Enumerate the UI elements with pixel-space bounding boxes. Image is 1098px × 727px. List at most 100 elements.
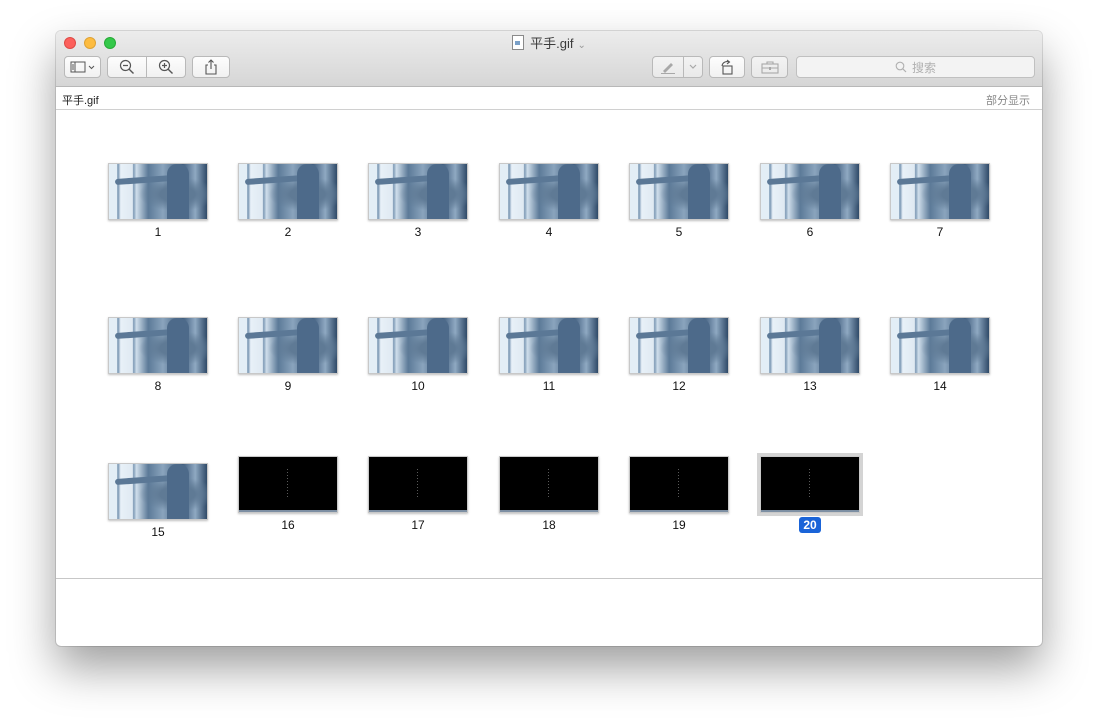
frame-thumbnail[interactable]: 14	[890, 317, 990, 393]
search-field[interactable]: 搜索	[796, 56, 1035, 78]
frame-thumbnail[interactable]: 5	[629, 163, 729, 239]
frame-text-line	[678, 469, 679, 499]
frame-thumbnail[interactable]: 2	[238, 163, 338, 239]
frame-number-label: 15	[108, 525, 208, 539]
frame-thumbnail[interactable]: 13	[760, 317, 860, 393]
rotate-icon	[721, 59, 733, 75]
frame-thumbnail[interactable]: 10	[368, 317, 468, 393]
frame-thumbnail[interactable]: 20	[757, 453, 863, 533]
frame-number: 2	[284, 225, 292, 239]
black-frame-image	[368, 456, 468, 513]
frame-image	[890, 163, 990, 220]
frame-image	[629, 317, 729, 374]
file-name-label: 平手.gif	[62, 95, 99, 107]
frame-image	[368, 163, 468, 220]
frame-number-label: 4	[499, 225, 599, 239]
preview-window: 平手.gif ⌄ 搜索 平手.gif 部分显示 1 2 3 4 5 6 7 8 …	[56, 31, 1042, 646]
frame-image	[499, 317, 599, 374]
frame-thumbnail[interactable]: 1	[108, 163, 208, 239]
frame-number-label: 8	[108, 379, 208, 393]
frame-number-label: 17	[368, 518, 468, 532]
markup-button[interactable]	[652, 56, 684, 78]
sidebar-toggle-icon	[70, 61, 94, 73]
rotate-button[interactable]	[709, 56, 745, 78]
chevron-down-icon: ⌄	[577, 40, 586, 51]
frame-number-label: 16	[238, 518, 338, 532]
frame-thumbnail[interactable]: 3	[368, 163, 468, 239]
frame-image	[760, 163, 860, 220]
frame-number-label: 7	[890, 225, 990, 239]
window-title[interactable]: 平手.gif ⌄	[56, 35, 1042, 54]
frame-thumbnail[interactable]: 7	[890, 163, 990, 239]
frame-thumbnail[interactable]: 19	[629, 456, 729, 532]
frame-number-label: 3	[368, 225, 468, 239]
frame-thumbnail[interactable]: 18	[499, 456, 599, 532]
sidebar-toggle-button[interactable]	[64, 56, 101, 78]
document-info-bar: 平手.gif 部分显示	[56, 87, 1042, 110]
frame-number: 16	[281, 518, 295, 532]
frame-number: 13	[803, 379, 817, 393]
frame-number-label: 19	[629, 518, 729, 532]
frame-thumbnail[interactable]: 15	[108, 463, 208, 539]
frame-number-label: 13	[760, 379, 860, 393]
frame-number: 5	[675, 225, 683, 239]
search-icon	[895, 61, 907, 73]
frame-bottom-strip	[369, 510, 467, 512]
frame-number-label: 1	[108, 225, 208, 239]
frame-number-label: 9	[238, 379, 338, 393]
content-divider	[56, 578, 1042, 579]
display-mode-label[interactable]: 部分显示	[986, 92, 1030, 108]
frame-bottom-strip	[761, 510, 859, 512]
frame-bottom-strip	[239, 510, 337, 512]
zoom-out-icon	[119, 59, 134, 74]
toolbox-button[interactable]	[751, 56, 788, 78]
black-frame-image	[757, 453, 863, 516]
markup-dropdown-button[interactable]	[683, 56, 703, 78]
frame-thumbnail[interactable]: 12	[629, 317, 729, 393]
frame-bottom-strip	[500, 510, 598, 512]
frame-number-label: 10	[368, 379, 468, 393]
frame-thumbnail[interactable]: 11	[499, 317, 599, 393]
window-title-text: 平手.gif	[530, 36, 574, 51]
frame-text-line	[417, 469, 418, 499]
frame-image	[238, 163, 338, 220]
frame-number-label: 14	[890, 379, 990, 393]
frame-thumbnail[interactable]: 9	[238, 317, 338, 393]
frame-thumbnail[interactable]: 6	[760, 163, 860, 239]
frame-number-label: 6	[760, 225, 860, 239]
frame-number: 7	[936, 225, 944, 239]
search-placeholder: 搜索	[911, 60, 936, 75]
frame-image	[629, 163, 729, 220]
frame-thumbnail[interactable]: 17	[368, 456, 468, 532]
frame-number: 8	[154, 379, 162, 393]
frame-number: 4	[545, 225, 553, 239]
share-button[interactable]	[192, 56, 230, 78]
markup-pen-icon	[661, 63, 675, 74]
frame-number: 3	[414, 225, 422, 239]
frame-number: 17	[411, 518, 425, 532]
black-frame-image	[629, 456, 729, 513]
frame-image	[108, 163, 208, 220]
frame-bottom-strip	[630, 510, 728, 512]
frame-number: 6	[806, 225, 814, 239]
frame-image	[499, 163, 599, 220]
frame-image	[108, 463, 208, 520]
black-frame-image	[499, 456, 599, 513]
frame-number-label: 5	[629, 225, 729, 239]
selected-frame-number: 20	[799, 517, 821, 533]
zoom-in-button[interactable]	[146, 56, 186, 78]
toolbox-icon	[760, 61, 779, 74]
frame-thumbnail[interactable]: 4	[499, 163, 599, 239]
frame-thumbnail[interactable]: 16	[238, 456, 338, 532]
frame-text-line	[287, 469, 288, 499]
zoom-out-button[interactable]	[107, 56, 147, 78]
frame-number-label: 18	[499, 518, 599, 532]
frame-number: 11	[542, 379, 556, 393]
frame-text-line	[548, 469, 549, 499]
frame-image	[108, 317, 208, 374]
frame-image	[368, 317, 468, 374]
contact-sheet-grid: 1 2 3 4 5 6 7 8 9 10 11 12 13 14 15 16 17 18 19 20	[56, 110, 1042, 578]
frame-thumbnail[interactable]: 8	[108, 317, 208, 393]
frame-number-label: 2	[238, 225, 338, 239]
frame-number-label: 20	[760, 517, 860, 533]
